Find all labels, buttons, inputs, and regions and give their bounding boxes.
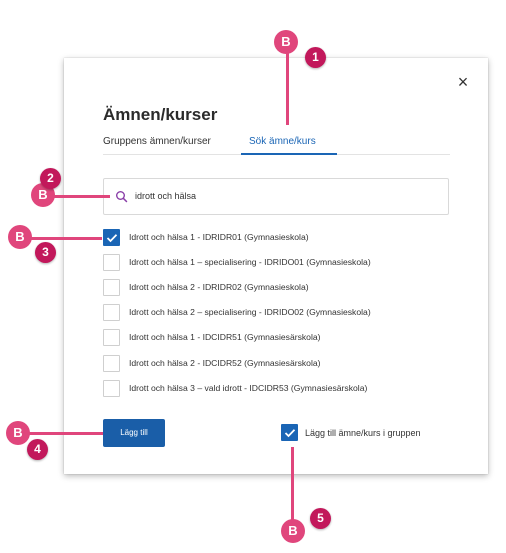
- checkbox[interactable]: [103, 254, 120, 271]
- tab-group-subjects[interactable]: Gruppens ämnen/kurser: [103, 136, 211, 147]
- tab-search-subject[interactable]: Sök ämne/kurs: [249, 136, 316, 147]
- callout-badge-number: 4: [27, 439, 48, 460]
- callout-line: [286, 48, 289, 125]
- check-icon: [106, 234, 118, 243]
- list-item[interactable]: Idrott och hälsa 1 - IDRIDR01 (Gymnasies…: [103, 229, 453, 247]
- list-item[interactable]: Idrott och hälsa 1 - IDCIDR51 (Gymnasies…: [103, 329, 453, 347]
- add-button[interactable]: Lägg till: [103, 419, 165, 447]
- list-item-label: Idrott och hälsa 2 – specialisering - ID…: [129, 307, 371, 317]
- callout-line: [20, 237, 102, 240]
- callout-badge-number: 2: [40, 168, 61, 189]
- list-item-label: Idrott och hälsa 3 – vald idrott - IDCID…: [129, 383, 368, 393]
- callout-badge-letter: B: [274, 30, 298, 54]
- list-item[interactable]: Idrott och hälsa 2 – specialisering - ID…: [103, 304, 453, 322]
- active-tab-indicator: [241, 153, 337, 155]
- callout-badge-letter: B: [281, 519, 305, 543]
- list-item[interactable]: Idrott och hälsa 3 – vald idrott - IDCID…: [103, 380, 453, 398]
- search-icon: [116, 191, 128, 203]
- callout-badge-letter: B: [8, 225, 32, 249]
- list-item[interactable]: Idrott och hälsa 2 - IDRIDR02 (Gymnasies…: [103, 279, 453, 297]
- callout-badge-number: 3: [35, 242, 56, 263]
- search-value[interactable]: idrott och hälsa: [135, 191, 196, 201]
- callout-badge-letter: B: [6, 421, 30, 445]
- callout-badge-number: 5: [310, 508, 331, 529]
- list-item[interactable]: Idrott och hälsa 1 – specialisering - ID…: [103, 254, 453, 272]
- checkbox[interactable]: [103, 329, 120, 346]
- list-item-label: Idrott och hälsa 2 - IDCIDR52 (Gymnasies…: [129, 358, 321, 368]
- callout-badge-number: 1: [305, 47, 326, 68]
- callout-line: [20, 432, 103, 435]
- checkbox[interactable]: [103, 279, 120, 296]
- add-to-group-checkbox[interactable]: [281, 424, 298, 441]
- list-item-label: Idrott och hälsa 1 - IDCIDR51 (Gymnasies…: [129, 332, 321, 342]
- list-item[interactable]: Idrott och hälsa 2 - IDCIDR52 (Gymnasies…: [103, 355, 453, 373]
- checkbox[interactable]: [103, 304, 120, 321]
- list-item-label: Idrott och hälsa 2 - IDRIDR02 (Gymnasies…: [129, 282, 309, 292]
- checkbox[interactable]: [103, 380, 120, 397]
- checkbox[interactable]: [103, 229, 120, 246]
- checkbox[interactable]: [103, 355, 120, 372]
- close-icon[interactable]: ×: [455, 73, 471, 91]
- callout-line: [291, 447, 294, 525]
- check-icon: [284, 429, 296, 438]
- dialog-title: Ämnen/kurser: [103, 105, 218, 124]
- list-item-label: Idrott och hälsa 1 – specialisering - ID…: [129, 257, 371, 267]
- add-to-group-label: Lägg till ämne/kurs i gruppen: [305, 428, 421, 438]
- list-item-label: Idrott och hälsa 1 - IDRIDR01 (Gymnasies…: [129, 232, 309, 242]
